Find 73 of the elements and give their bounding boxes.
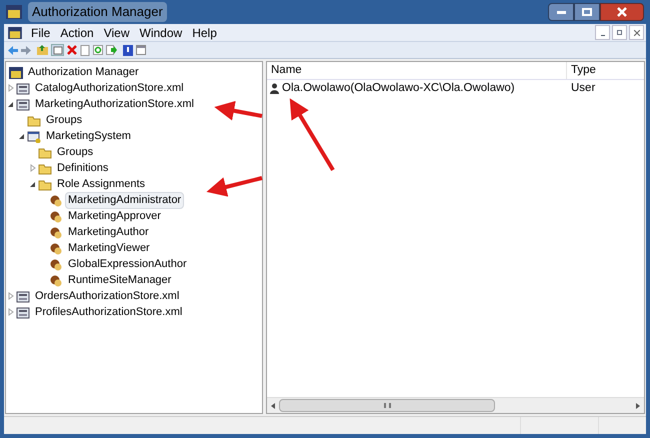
role-icon [49, 194, 63, 206]
maximize-button[interactable] [574, 3, 600, 21]
table-cell-text: User [570, 80, 596, 96]
horizontal-scrollbar[interactable] [267, 397, 644, 413]
tree-item[interactable]: Definitions [54, 160, 112, 176]
tree-item[interactable]: Role Assignments [54, 176, 148, 192]
forward-arrow-icon[interactable] [21, 46, 31, 54]
tree-item[interactable]: Groups [43, 112, 86, 128]
folder-icon [38, 146, 52, 158]
store-icon [16, 306, 30, 318]
restore-button[interactable] [612, 25, 627, 40]
app-icon [8, 26, 22, 38]
export-icon[interactable] [106, 45, 117, 55]
properties-icon[interactable] [80, 44, 90, 56]
menu-item[interactable]: File [26, 24, 56, 42]
folder-icon [27, 114, 41, 126]
expanded-arrow-icon[interactable] [18, 132, 26, 140]
close-icon [617, 7, 627, 17]
expanded-arrow-icon[interactable] [7, 100, 15, 108]
delete-icon[interactable] [67, 45, 77, 55]
tree-item[interactable]: GlobalExpressionAuthor [65, 256, 190, 272]
tree-item[interactable]: MarketingAuthor [65, 224, 152, 240]
tree-item[interactable]: MarketingAdministrator [65, 192, 184, 208]
column-header[interactable]: Name [267, 62, 567, 79]
collapsed-arrow-icon[interactable] [7, 292, 15, 300]
tree-item[interactable]: RuntimeSiteManager [65, 272, 174, 288]
role-icon [49, 274, 63, 286]
store-icon [16, 98, 30, 110]
expanded-arrow-icon[interactable] [29, 180, 37, 188]
tree-item[interactable]: MarketingViewer [65, 240, 153, 256]
tree-item[interactable]: OrdersAuthorizationStore.xml [32, 288, 182, 304]
role-icon [49, 242, 63, 254]
window-icon[interactable] [136, 45, 146, 55]
menu-item[interactable]: Action [55, 24, 99, 42]
back-arrow-icon[interactable] [8, 46, 18, 54]
annotation-arrow [214, 100, 262, 121]
tree-item[interactable]: ProfilesAuthorizationStore.xml [32, 304, 186, 320]
store-icon [16, 82, 30, 94]
app-icon [6, 5, 22, 19]
close-button[interactable] [629, 25, 644, 40]
console-icon [9, 66, 23, 78]
folder-icon [38, 162, 52, 174]
table-cell[interactable]: Ola.Owolawo(OlaOwolawo-XC\Ola.Owolawo) [282, 80, 515, 98]
help-icon[interactable] [123, 44, 133, 56]
column-header[interactable]: Type [567, 62, 644, 79]
refresh-icon[interactable] [93, 45, 103, 55]
tree-item[interactable]: MarketingAuthorizationStore.xml [32, 96, 197, 112]
application-icon [27, 130, 41, 142]
user-icon [270, 83, 279, 94]
tree-item[interactable]: Authorization Manager [25, 64, 142, 80]
role-icon [49, 210, 63, 222]
window-title: Authorization Manager [28, 2, 167, 22]
tree-item[interactable]: Groups [54, 144, 96, 160]
menu-item[interactable]: Help [187, 24, 222, 42]
tree-item[interactable]: CatalogAuthorizationStore.xml [32, 80, 187, 96]
folder-icon [38, 178, 52, 190]
menu-item[interactable]: View [98, 24, 134, 42]
store-icon [16, 290, 30, 302]
tree-item[interactable]: MarketingSystem [43, 128, 134, 144]
folder-up-icon[interactable] [37, 45, 48, 55]
role-icon [49, 258, 63, 270]
scrollbar-thumb[interactable] [279, 399, 495, 412]
collapsed-arrow-icon[interactable] [29, 164, 37, 172]
minimize-button[interactable] [548, 3, 574, 21]
collapsed-arrow-icon[interactable] [7, 308, 15, 316]
menu-item[interactable]: Window [134, 24, 188, 42]
collapsed-arrow-icon[interactable] [7, 84, 15, 92]
tree-item[interactable]: MarketingApprover [65, 208, 164, 224]
close-icon [634, 30, 640, 36]
role-icon [49, 226, 63, 238]
console-tree-icon[interactable] [51, 44, 64, 56]
close-button[interactable] [600, 3, 644, 21]
annotation-arrow [206, 176, 262, 197]
